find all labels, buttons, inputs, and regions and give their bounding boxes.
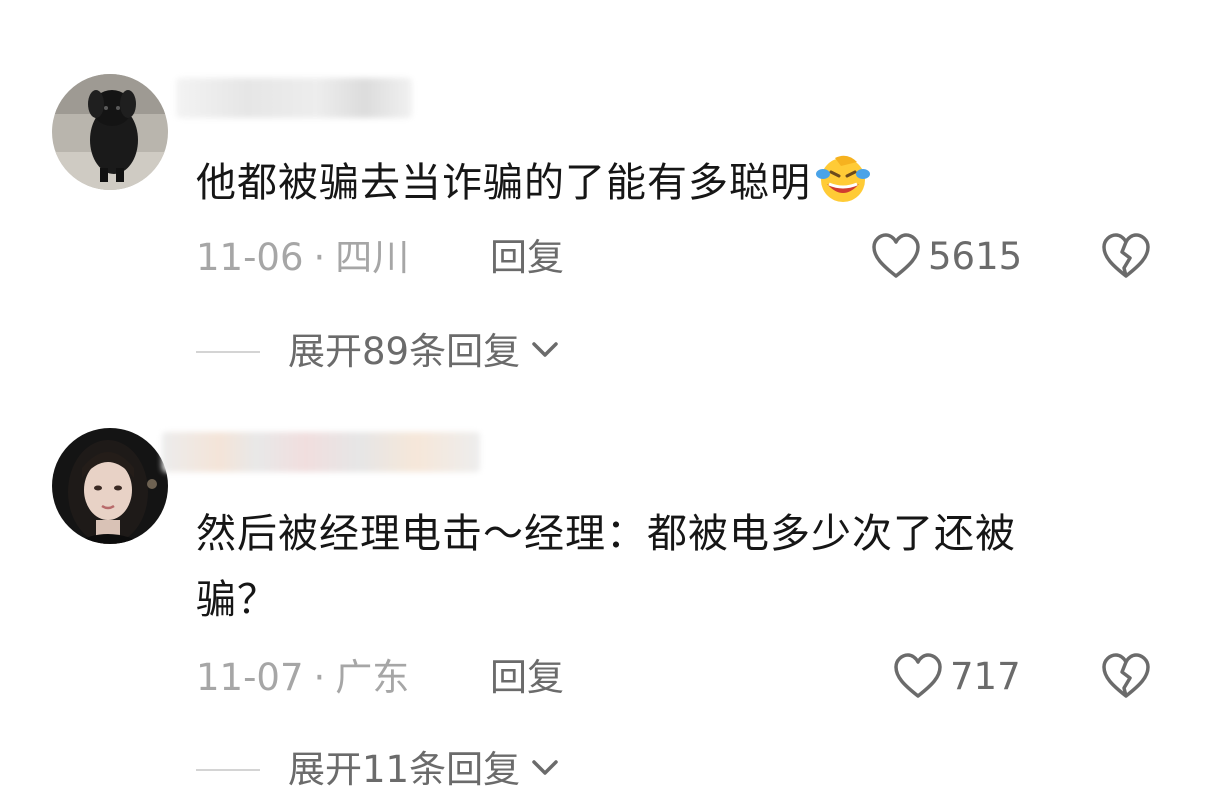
heart-outline-icon bbox=[892, 652, 944, 702]
rofl-emoji-icon bbox=[813, 152, 871, 204]
divider-line bbox=[196, 351, 260, 353]
comment-list: 他都被骗去当诈骗的了能有多聪明 11-06 · 四川 回复 5615 展开89条… bbox=[0, 0, 1216, 810]
expand-replies-button[interactable]: 展开89条回复 bbox=[196, 328, 562, 376]
dislike-button[interactable] bbox=[1100, 232, 1152, 284]
like-count: 717 bbox=[950, 655, 1021, 698]
reply-button[interactable]: 回复 bbox=[490, 654, 564, 702]
broken-heart-icon bbox=[1100, 653, 1152, 706]
comment-text-line: 然后被经理电击～经理：都被电多少次了还被 bbox=[196, 511, 1016, 557]
dislike-button[interactable] bbox=[1100, 652, 1152, 704]
expand-replies-label: 展开11条回复 bbox=[288, 748, 521, 791]
avatar[interactable] bbox=[52, 428, 168, 544]
comment-text: 他都被骗去当诈骗的了能有多聪明 bbox=[196, 152, 871, 211]
meta-separator: · bbox=[313, 656, 326, 699]
comment-date: 11-07 bbox=[196, 656, 304, 699]
chevron-down-icon bbox=[528, 756, 562, 784]
chevron-down-icon bbox=[528, 338, 562, 366]
username-redacted[interactable] bbox=[176, 78, 412, 118]
avatar[interactable] bbox=[52, 74, 168, 190]
like-button[interactable]: 717 bbox=[892, 652, 1021, 702]
username-redacted[interactable] bbox=[162, 432, 480, 472]
heart-outline-icon bbox=[870, 232, 922, 282]
comment-location: 广东 bbox=[335, 656, 410, 699]
reply-button[interactable]: 回复 bbox=[490, 234, 564, 282]
comment-meta: 11-07 · 广东 bbox=[196, 654, 409, 702]
broken-heart-icon bbox=[1100, 233, 1152, 286]
like-count: 5615 bbox=[928, 235, 1023, 278]
comment-text-line: 骗？ bbox=[196, 577, 278, 623]
comment-date: 11-06 bbox=[196, 236, 304, 279]
comment-meta: 11-06 · 四川 bbox=[196, 234, 409, 282]
like-button[interactable]: 5615 bbox=[870, 232, 1022, 282]
meta-separator: · bbox=[313, 236, 326, 279]
divider-line bbox=[196, 769, 260, 771]
expand-replies-label: 展开89条回复 bbox=[288, 330, 521, 373]
comment-location: 四川 bbox=[335, 236, 410, 279]
expand-replies-button[interactable]: 展开11条回复 bbox=[196, 746, 562, 794]
comment-text: 然后被经理电击～经理：都被电多少次了还被 骗？ bbox=[196, 506, 1176, 628]
